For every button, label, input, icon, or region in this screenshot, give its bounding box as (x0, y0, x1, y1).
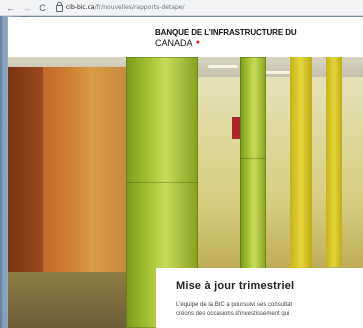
forward-button[interactable]: → (22, 3, 31, 13)
logo-line2: CANADA ✦ (155, 38, 297, 48)
update-card: Mise à jour trimestriel L’équipe de la B… (156, 268, 363, 328)
logo-line1: BANQUE DE L’INFRASTRUCTURE DU (155, 28, 297, 37)
card-body-line1: L’équipe de la BIC a poursuivi ses consu… (176, 302, 293, 308)
url-text[interactable]: cib-bic.ca/fr/nouvelles/rapports-detape/ (66, 4, 185, 11)
card-body-line2: créons des occasions d’investissement qu… (176, 311, 290, 317)
site-header: BANQUE DE L’INFRASTRUCTURE DU CANADA ✦ (8, 17, 363, 57)
maple-leaf-icon: ✦ (194, 38, 202, 47)
back-button[interactable]: ← (6, 3, 15, 13)
logo-line2-text: CANADA (155, 38, 193, 48)
lock-icon (56, 2, 63, 12)
site-logo[interactable]: BANQUE DE L’INFRASTRUCTURE DU CANADA ✦ (155, 28, 297, 48)
url-host: cib-bic.ca (66, 4, 95, 11)
web-page: BANQUE DE L’INFRASTRUCTURE DU CANADA ✦ M… (8, 17, 363, 328)
url-path: /fr/nouvelles/rapports-detape/ (94, 4, 185, 11)
reload-button[interactable]: C (38, 3, 47, 13)
browser-toolbar: ← → C cib-bic.ca/fr/nouvelles/rapports-d… (0, 0, 363, 16)
card-title: Mise à jour trimestriel (176, 280, 295, 292)
address-bar[interactable]: cib-bic.ca/fr/nouvelles/rapports-detape/ (56, 2, 185, 14)
